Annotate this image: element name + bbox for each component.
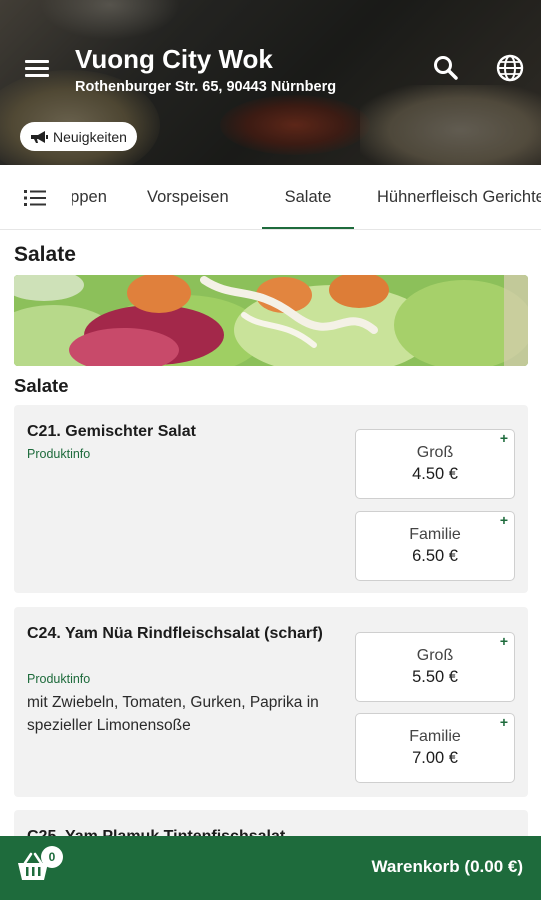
size-label: Familie (409, 728, 461, 745)
tab-label: Vorspeisen (147, 188, 229, 206)
size-label: Groß (416, 647, 454, 664)
cart-bar[interactable]: 0 Warenkorb (0.00 €) (0, 836, 541, 900)
section-title: Salate (14, 243, 76, 266)
restaurant-name: Vuong City Wok (75, 44, 273, 74)
search-icon[interactable] (430, 52, 462, 84)
size-label: Groß (416, 444, 454, 461)
tab-label: Suppen (72, 188, 107, 206)
price-label: 7.00 € (412, 749, 458, 767)
add-size-button[interactable]: + Groß 5.50 € (355, 632, 515, 702)
app-screen: Vuong City Wok Rothenburger Str. 65, 904… (0, 0, 541, 900)
restaurant-address: Rothenburger Str. 65, 90443 Nürnberg (75, 79, 337, 95)
item-name: C21. Gemischter Salat (27, 423, 196, 440)
category-banner-image (14, 275, 528, 366)
product-info-link[interactable]: Produktinfo (27, 672, 90, 686)
price-label: 5.50 € (412, 668, 458, 686)
cart-count-badge: 0 (41, 846, 63, 868)
news-label: Neuigkeiten (53, 128, 127, 145)
menu-item-card: C21. Gemischter Salat Produktinfo + Groß… (14, 405, 528, 593)
item-description: mit Zwiebeln, Tomaten, Gurken, Paprika i… (27, 694, 319, 734)
tab-suppen[interactable]: Suppen (72, 165, 112, 229)
category-tabs: Suppen Vorspeisen Salate Hühnerfleisch G… (0, 165, 541, 230)
size-label: Familie (409, 526, 461, 543)
tab-label: Salate (284, 188, 332, 206)
item-name: C24. Yam Nüa Rindfleischsalat (scharf) (27, 625, 323, 642)
menu-icon[interactable] (20, 52, 54, 86)
cart-label: Warenkorb (0.00 €) (371, 857, 523, 876)
news-button[interactable]: Neuigkeiten (20, 122, 137, 151)
tab-salate[interactable]: Salate (262, 165, 354, 229)
price-label: 6.50 € (412, 547, 458, 565)
add-size-button[interactable]: + Familie 6.50 € (355, 511, 515, 581)
tab-label: Hühnerfleisch Gerichte (377, 188, 541, 206)
product-info-link[interactable]: Produktinfo (27, 447, 90, 461)
tab-vorspeisen[interactable]: Vorspeisen (147, 165, 229, 229)
menu-item-card: C24. Yam Nüa Rindfleischsalat (scharf) P… (14, 607, 528, 797)
category-list-icon[interactable] (20, 185, 54, 211)
globe-icon[interactable] (494, 52, 526, 84)
megaphone-icon (31, 130, 48, 143)
tab-huehnerfleisch-gerichte[interactable]: Hühnerfleisch Gerichte (377, 165, 541, 229)
price-label: 4.50 € (412, 465, 458, 483)
add-size-button[interactable]: + Familie 7.00 € (355, 713, 515, 783)
add-size-button[interactable]: + Groß 4.50 € (355, 429, 515, 499)
subsection-title: Salate (14, 375, 69, 396)
restaurant-header: Vuong City Wok Rothenburger Str. 65, 904… (0, 0, 541, 165)
